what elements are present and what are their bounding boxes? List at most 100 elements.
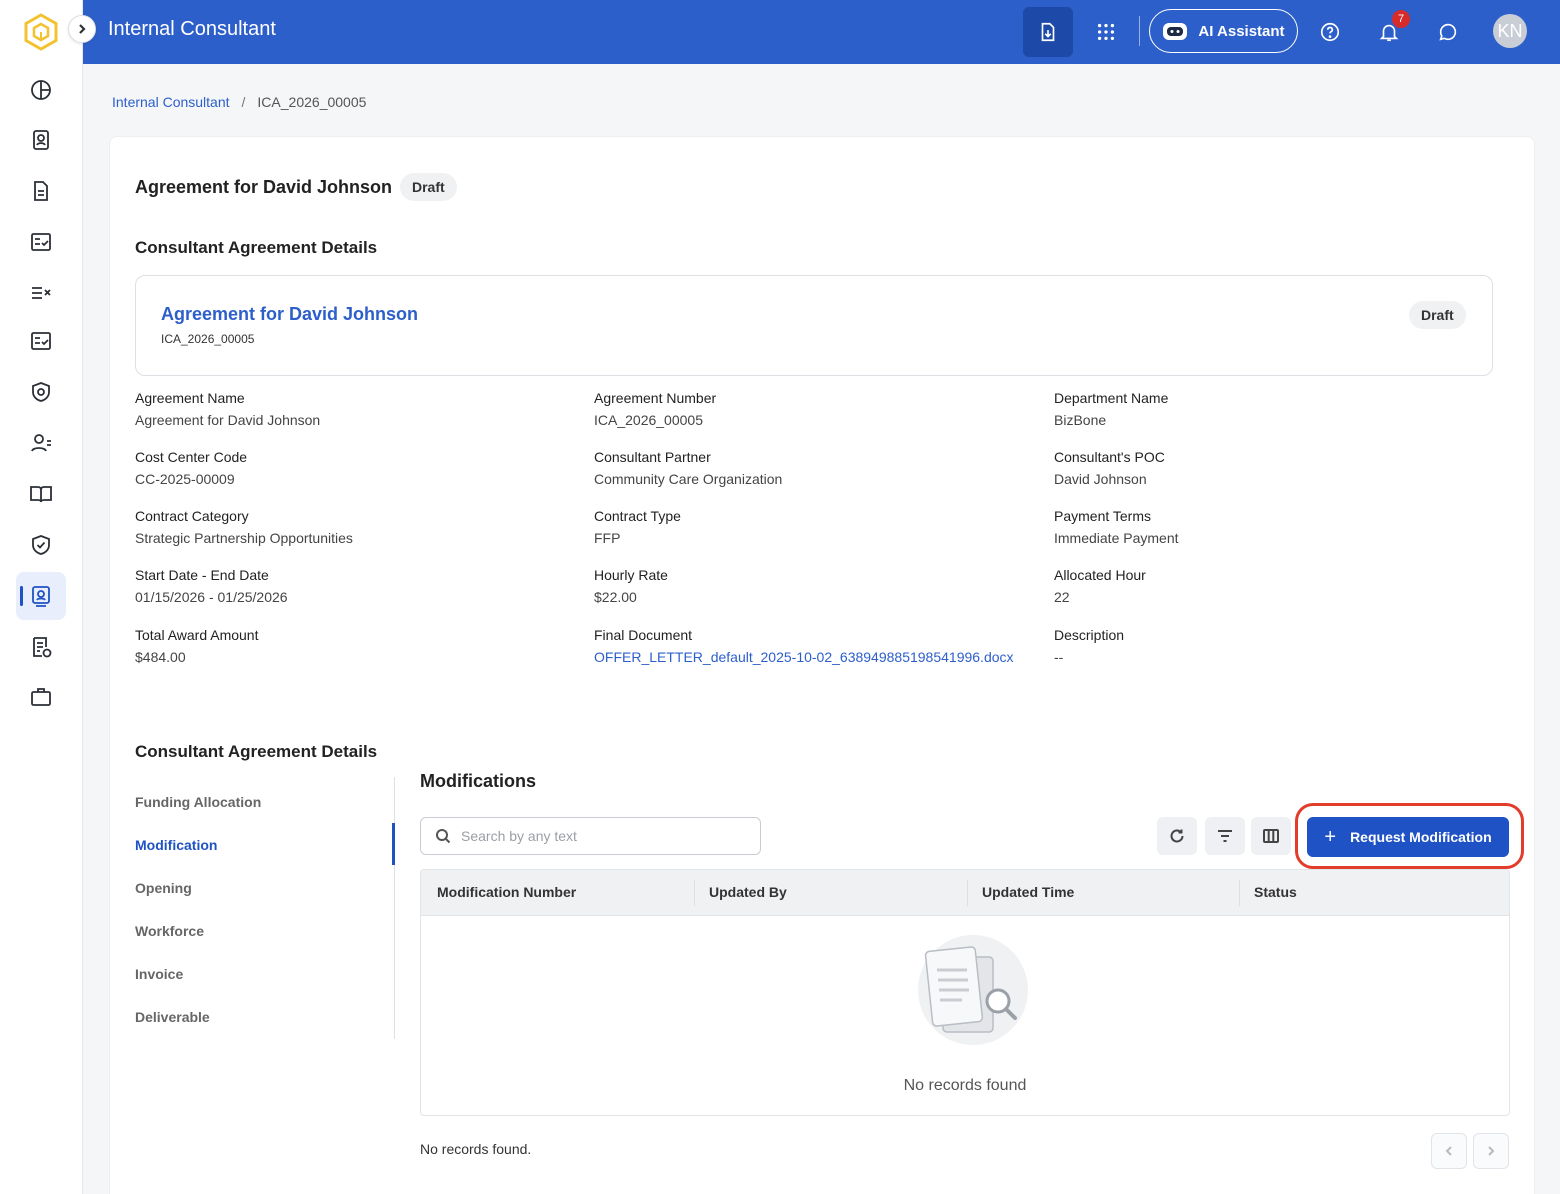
nav-users[interactable] [16, 419, 66, 467]
field-cost-center-code: Cost Center Code CC-2025-00009 [135, 446, 247, 490]
tab-invoice[interactable]: Invoice [135, 966, 183, 982]
details-section-title: Consultant Agreement Details [135, 238, 378, 257]
summary-agreement-number: ICA_2026_00005 [161, 332, 255, 346]
header-divider [1139, 16, 1140, 46]
field-label: Total Award Amount [135, 627, 259, 643]
nav-contacts[interactable] [16, 116, 66, 164]
field-value: CC-2025-00009 [135, 471, 235, 487]
app-logo-icon[interactable] [23, 13, 59, 51]
tab-workforce[interactable]: Workforce [135, 923, 204, 939]
records-footer-text: No records found. [420, 1141, 532, 1157]
column-header-status[interactable]: Status [1254, 884, 1297, 900]
ai-assistant-button[interactable]: AI Assistant [1149, 9, 1298, 53]
nav-checklist[interactable] [16, 218, 66, 266]
apps-grid-button[interactable] [1083, 7, 1129, 57]
sidebar-toggle-button[interactable] [68, 15, 96, 43]
column-header-modification-number[interactable]: Modification Number [437, 884, 576, 900]
nav-approvals[interactable] [16, 317, 66, 365]
tabs-section-title: Consultant Agreement Details [135, 742, 378, 761]
request-modification-button[interactable]: + Request Modification [1307, 817, 1509, 857]
field-contract-type: Contract Type FFP [594, 505, 681, 549]
field-agreement-number: Agreement Number ICA_2026_00005 [594, 387, 716, 431]
chevron-left-icon [1445, 1146, 1452, 1156]
field-value: David Johnson [1054, 471, 1147, 487]
search-icon [436, 829, 451, 844]
breadcrumb: Internal Consultant / ICA_2026_00005 [112, 94, 366, 110]
breadcrumb-parent-link[interactable]: Internal Consultant [112, 94, 230, 110]
field-date-range: Start Date - End Date 01/15/2026 - 01/25… [135, 564, 288, 608]
refresh-icon [1170, 829, 1184, 843]
checklist-alt-icon [31, 332, 51, 350]
download-button[interactable] [1023, 7, 1073, 57]
field-value: Immediate Payment [1054, 530, 1179, 546]
column-divider[interactable] [694, 880, 695, 906]
search-box[interactable] [420, 817, 761, 855]
nav-tasks[interactable] [16, 268, 66, 316]
search-input[interactable] [461, 828, 741, 844]
field-label: Agreement Name [135, 390, 245, 406]
nav-security[interactable] [16, 368, 66, 416]
nav-reports[interactable] [16, 623, 66, 671]
field-label: Contract Type [594, 508, 681, 524]
filter-button[interactable] [1205, 817, 1245, 855]
final-document-link[interactable]: OFFER_LETTER_default_2025-10-02_63894988… [594, 646, 1014, 668]
field-value: $22.00 [594, 589, 637, 605]
chevron-right-icon [1488, 1146, 1495, 1156]
field-value: Strategic Partnership Opportunities [135, 530, 353, 546]
breadcrumb-current: ICA_2026_00005 [257, 94, 367, 110]
consultant-icon [32, 586, 50, 607]
tab-opening[interactable]: Opening [135, 880, 192, 896]
column-divider[interactable] [1239, 880, 1240, 906]
tab-funding-allocation[interactable]: Funding Allocation [135, 794, 261, 810]
report-approved-icon [33, 637, 52, 658]
field-value: 22 [1054, 589, 1070, 605]
nav-internal-consultant[interactable] [16, 572, 66, 620]
top-header: Internal Consultant AI Assistant 7 KN [83, 0, 1560, 64]
user-avatar[interactable]: KN [1493, 14, 1527, 48]
columns-button[interactable] [1251, 817, 1291, 855]
field-value: Community Care Organization [594, 471, 783, 487]
field-label: Start Date - End Date [135, 567, 269, 583]
field-consultant-partner: Consultant Partner Community Care Organi… [594, 446, 782, 490]
filter-icon [1218, 830, 1232, 842]
field-description: Description -- [1054, 624, 1124, 668]
field-final-document: Final Document OFFER_LETTER_default_2025… [594, 624, 1014, 668]
notifications-button[interactable]: 7 [1366, 7, 1412, 57]
book-icon [30, 486, 52, 503]
summary-status-badge: Draft [1409, 301, 1466, 329]
field-hourly-rate: Hourly Rate $22.00 [594, 564, 668, 608]
field-label: Agreement Number [594, 390, 717, 406]
next-page-button[interactable] [1473, 1133, 1509, 1169]
field-value: Agreement for David Johnson [135, 412, 321, 428]
chat-bubble-icon [1439, 23, 1457, 41]
nav-documents[interactable] [16, 167, 66, 215]
field-label: Consultant Partner [594, 449, 711, 465]
sidebar [0, 0, 83, 1194]
column-header-updated-time[interactable]: Updated Time [982, 884, 1074, 900]
nav-projects[interactable] [16, 673, 66, 721]
tab-modification[interactable]: Modification [135, 837, 217, 853]
field-label: Payment Terms [1054, 508, 1151, 524]
status-badge: Draft [400, 173, 457, 201]
refresh-button[interactable] [1157, 817, 1197, 855]
field-allocated-hour: Allocated Hour 22 [1054, 564, 1146, 608]
nav-compliance[interactable] [16, 521, 66, 569]
column-divider[interactable] [967, 880, 968, 906]
previous-page-button[interactable] [1431, 1133, 1467, 1169]
ai-assistant-label: AI Assistant [1198, 22, 1285, 40]
checklist-icon [31, 233, 51, 251]
field-total-award-amount: Total Award Amount $484.00 [135, 624, 258, 668]
chat-button[interactable] [1425, 7, 1471, 57]
column-header-updated-by[interactable]: Updated By [709, 884, 787, 900]
nav-library[interactable] [16, 470, 66, 518]
field-label: Description [1054, 627, 1125, 643]
field-contract-category: Contract Category Strategic Partnership … [135, 505, 353, 549]
tab-deliverable[interactable]: Deliverable [135, 1009, 210, 1025]
field-label: Department Name [1054, 390, 1169, 406]
detail-tabs: Funding Allocation Modification Opening … [135, 777, 395, 1039]
field-value: FFP [594, 530, 621, 546]
contacts-icon [33, 130, 49, 150]
nav-dashboard[interactable] [16, 66, 66, 114]
active-tab-indicator [392, 823, 395, 865]
help-button[interactable] [1307, 7, 1353, 57]
